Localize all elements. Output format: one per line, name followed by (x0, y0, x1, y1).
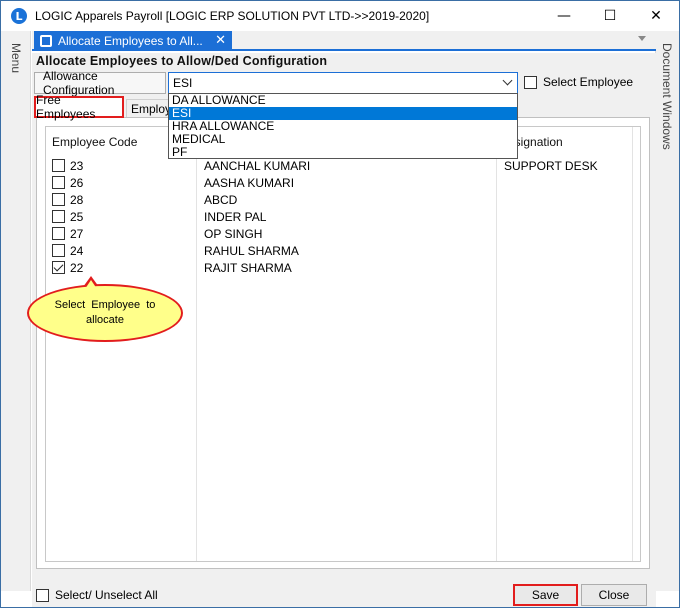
select-employee-option[interactable]: Select Employee (524, 75, 633, 89)
table-row[interactable]: 27 OP SINGH (46, 225, 640, 242)
table-row[interactable]: 25 INDER PAL (46, 208, 640, 225)
allowance-config-label: Allowance Configuration (34, 69, 166, 97)
table-row[interactable]: 22 RAJIT SHARMA (46, 259, 640, 276)
document-windows-label: Document Windows (660, 43, 674, 150)
menu-sidebar-label: Menu (9, 43, 23, 74)
document-tab-allocate[interactable]: Allocate Employees to All... ✕ (34, 31, 232, 51)
cell-designation: SUPPORT DESK (504, 159, 598, 173)
tab-free-employees[interactable]: Free Employees (34, 93, 124, 121)
cell-employee-code: 25 (70, 210, 84, 224)
cell-employee-code: 24 (70, 244, 84, 258)
select-all-checkbox[interactable] (36, 588, 49, 602)
title-bar: L LOGIC Apparels Payroll [LOGIC ERP SOLU… (1, 1, 679, 31)
tab-close-icon[interactable]: ✕ (215, 33, 226, 48)
close-button[interactable]: Close (581, 584, 647, 606)
select-unselect-all-option[interactable]: Select/ Unselect All (36, 588, 158, 602)
table-row[interactable]: 28 ABCD (46, 191, 640, 208)
row-select-checkbox[interactable] (52, 244, 65, 257)
dropdown-option[interactable]: MEDICAL (169, 133, 517, 146)
cell-employee-code: 27 (70, 227, 84, 241)
cell-employee-code: 22 (70, 261, 84, 275)
table-row[interactable]: 26 AASHA KUMARI (46, 174, 640, 191)
cell-employee-name: INDER PAL (204, 210, 267, 224)
chevron-down-icon[interactable] (502, 75, 513, 86)
cell-employee-name: AANCHAL KUMARI (204, 159, 311, 173)
row-select-checkbox[interactable] (52, 193, 65, 206)
help-callout: Select Employee to allocate (27, 284, 183, 342)
table-row[interactable]: 23 AANCHAL KUMARI SUPPORT DESK (46, 157, 640, 174)
minimize-button[interactable]: — (541, 1, 587, 31)
header-employee-code[interactable]: Employee Code (52, 135, 137, 149)
cell-employee-code: 23 (70, 159, 84, 173)
row-select-checkbox[interactable] (52, 159, 65, 172)
cell-employee-name: OP SINGH (204, 227, 263, 241)
document-tab-label: Allocate Employees to All... (58, 34, 203, 48)
allowance-config-dropdown-list: DA ALLOWANCE ESI HRA ALLOWANCE MEDICAL PF (168, 93, 518, 159)
callout-pointer-fill (85, 280, 97, 289)
cell-employee-name: ABCD (204, 193, 238, 207)
cell-employee-name: RAJIT SHARMA (204, 261, 292, 275)
app-window: L LOGIC Apparels Payroll [LOGIC ERP SOLU… (0, 0, 680, 608)
free-employees-page: Employee Code esignation 23 AANCHAL KUMAR… (36, 117, 650, 569)
employee-grid: Employee Code esignation 23 AANCHAL KUMAR… (45, 126, 641, 562)
cell-employee-name: AASHA KUMARI (204, 176, 295, 190)
row-select-checkbox[interactable] (52, 227, 65, 240)
row-select-checkbox[interactable] (52, 261, 65, 274)
select-all-label: Select/ Unselect All (55, 588, 158, 602)
close-window-button[interactable]: ✕ (633, 1, 679, 31)
form-title: Allocate Employees to Allow/Ded Configur… (36, 54, 328, 68)
document-windows-sidebar[interactable]: Document Windows (655, 31, 679, 591)
window-controls: — ☐ ✕ (541, 1, 679, 31)
cell-employee-code: 28 (70, 193, 84, 207)
app-logo-icon: L (11, 8, 27, 24)
allowance-config-combo[interactable]: ESI (168, 72, 518, 94)
document-tab-strip: Allocate Employees to All... ✕ (32, 31, 656, 51)
select-employee-checkbox[interactable] (524, 75, 537, 89)
dropdown-option[interactable]: DA ALLOWANCE (169, 94, 517, 107)
allowance-config-value: ESI (173, 76, 193, 90)
tab-free-employees-label: Free Employees (36, 93, 96, 121)
save-button[interactable]: Save (513, 584, 578, 606)
row-select-checkbox[interactable] (52, 176, 65, 189)
row-select-checkbox[interactable] (52, 210, 65, 223)
dropdown-option[interactable]: PF (169, 146, 517, 159)
tab-list-dropdown-icon[interactable] (638, 36, 646, 41)
form-icon (40, 35, 52, 47)
table-row[interactable]: 24 RAHUL SHARMA (46, 242, 640, 259)
help-callout-text: Select Employee to allocate (54, 299, 156, 326)
select-employee-label: Select Employee (543, 75, 634, 89)
maximize-button[interactable]: ☐ (587, 1, 633, 31)
cell-employee-code: 26 (70, 176, 84, 190)
window-title: LOGIC Apparels Payroll [LOGIC ERP SOLUTI… (35, 9, 430, 23)
cell-employee-name: RAHUL SHARMA (204, 244, 299, 258)
